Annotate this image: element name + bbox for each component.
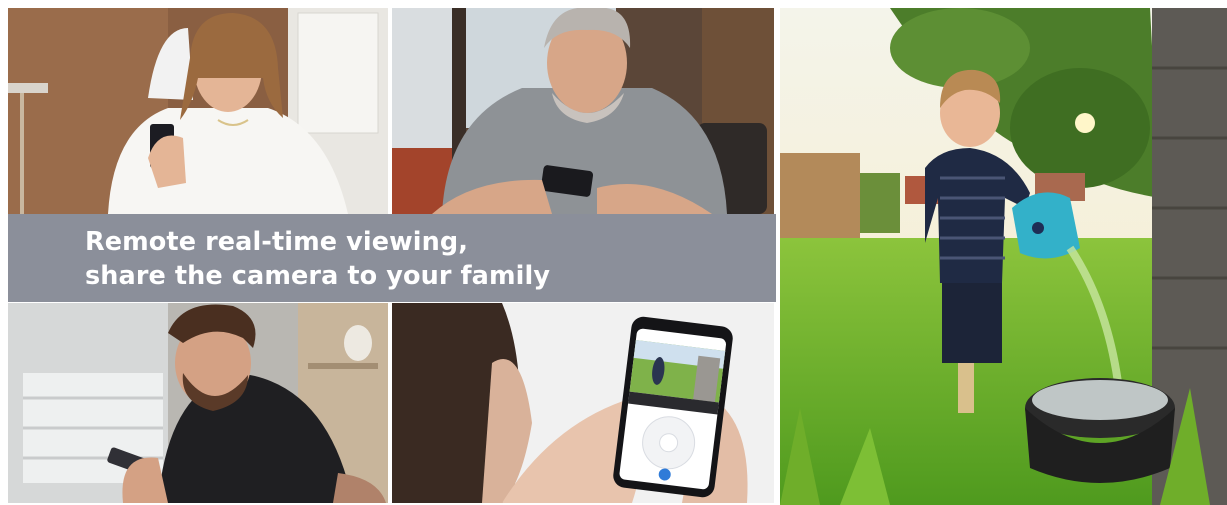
caption-line-2: share the camera to your family	[85, 261, 551, 291]
caption-text: Remote real-time viewing, share the came…	[85, 225, 550, 293]
photo-hands-holding-app	[392, 303, 774, 503]
photo-young-man-with-phone	[8, 303, 388, 503]
photo-older-man-with-phone	[392, 8, 774, 214]
photo-woman-with-phone	[8, 8, 388, 214]
photo-child-watering	[780, 8, 1227, 505]
caption-line-1: Remote real-time viewing,	[85, 227, 469, 257]
